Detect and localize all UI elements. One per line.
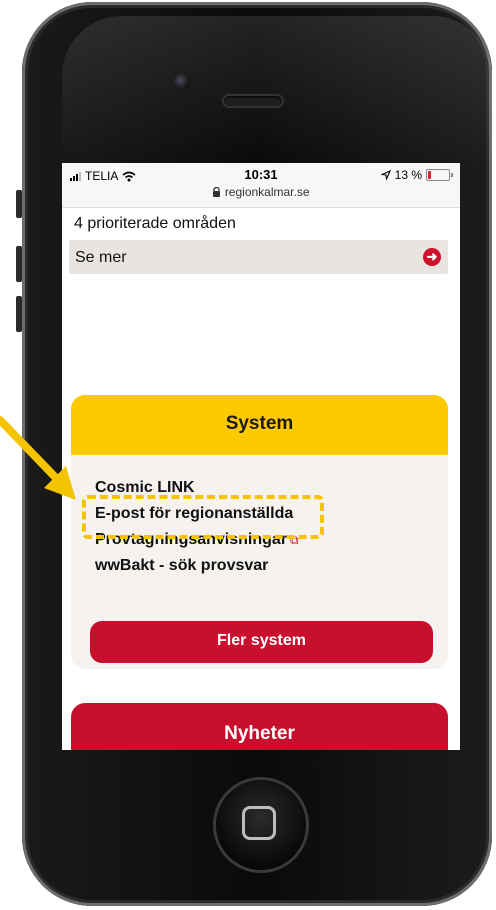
- home-button-icon: [242, 806, 276, 840]
- fler-system-button[interactable]: Fler system: [90, 621, 433, 663]
- fler-system-label: Fler system: [217, 632, 306, 649]
- battery-percent: 13 %: [394, 168, 422, 182]
- phone-screen: TELIA 10:31 regionkalmar.se 13 % 4 prior…: [62, 163, 460, 750]
- pointer-arrow-icon: [0, 416, 76, 500]
- status-bar: TELIA 10:31 regionkalmar.se 13 %: [62, 163, 460, 208]
- battery-indicator: 13 %: [380, 168, 453, 182]
- front-camera: [174, 74, 190, 90]
- link-wwbakt[interactable]: wwBakt - sök provsvar: [95, 557, 268, 575]
- location-arrow-icon: [380, 170, 391, 180]
- section-title: 4 prioriterade områden: [74, 215, 236, 232]
- address-bar[interactable]: regionkalmar.se: [62, 185, 460, 199]
- arrow-right-circle-icon: ➜: [423, 248, 441, 266]
- battery-icon: [426, 169, 453, 181]
- system-card-title: System: [225, 413, 294, 434]
- battery-fill: [428, 171, 431, 179]
- system-card-header: System: [71, 395, 448, 455]
- news-card-title: Nyheter: [224, 723, 295, 744]
- phone-gloss: [62, 16, 492, 166]
- highlight-annotation: [82, 495, 324, 539]
- volume-up-button: [16, 246, 22, 282]
- se-mer-label: Se mer: [75, 249, 127, 266]
- url-text: regionkalmar.se: [224, 185, 310, 199]
- mute-switch: [16, 190, 22, 218]
- earpiece-speaker: [224, 96, 282, 106]
- news-card[interactable]: Nyheter: [71, 703, 448, 750]
- lock-icon: [213, 186, 221, 197]
- se-mer-link[interactable]: Se mer ➜: [69, 240, 448, 274]
- volume-down-button: [16, 296, 22, 332]
